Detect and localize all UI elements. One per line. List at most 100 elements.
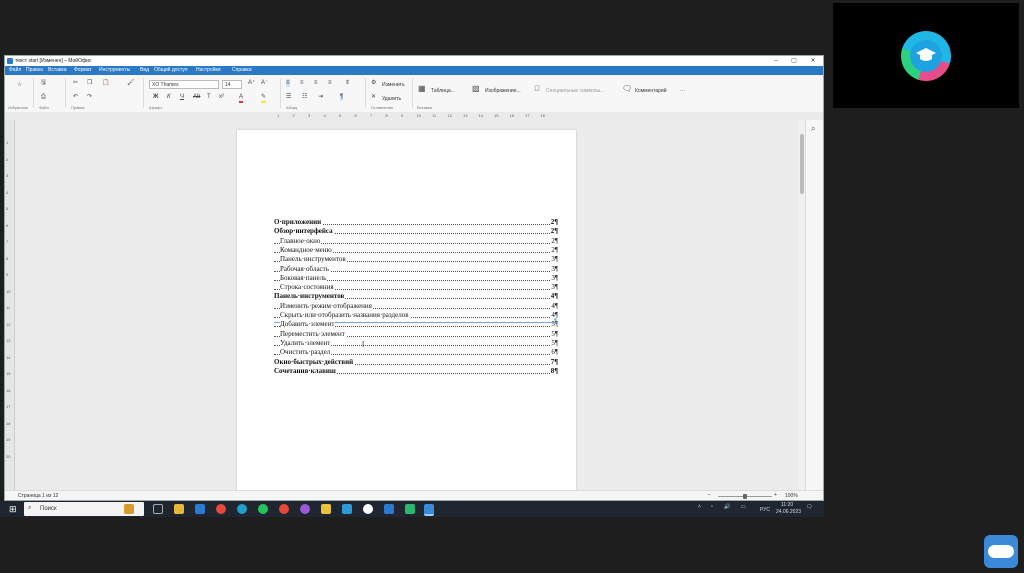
comment-icon[interactable]: 🗨	[622, 85, 632, 93]
browser-icon[interactable]	[237, 504, 247, 514]
undo-icon[interactable]: ↶	[73, 93, 78, 101]
toc-entry[interactable]: Обзор·интерфейса 2¶	[274, 227, 558, 236]
align-right-icon[interactable]: ≡	[314, 79, 318, 87]
comment-button[interactable]: Комментарий	[635, 88, 667, 94]
tray-chevron-icon[interactable]: ˄	[698, 504, 701, 510]
myoffice-text-icon[interactable]	[424, 504, 434, 516]
table-icon[interactable]: ▦	[418, 85, 426, 93]
save-icon[interactable]: 🖫	[41, 79, 46, 87]
toc-entry[interactable]: Рабочая·область 3¶	[274, 264, 558, 274]
maximize-button[interactable]: ▢	[785, 56, 803, 66]
tray-volume-icon[interactable]: 🔊	[724, 504, 730, 510]
menu-sharing[interactable]: Общий доступ	[154, 67, 188, 73]
windows-start-icon[interactable]: ⊞	[9, 504, 17, 515]
file-explorer-icon[interactable]	[174, 504, 184, 514]
menu-file[interactable]: Файл	[9, 67, 21, 73]
align-left-icon[interactable]: ≡	[286, 79, 290, 87]
tray-battery-icon[interactable]: ▭	[741, 504, 746, 510]
menu-edit[interactable]: Правка	[26, 67, 43, 73]
special-chars-button[interactable]: Специальные символы...	[546, 88, 604, 94]
insert-image-button[interactable]: Изображение...	[485, 88, 521, 94]
edit-app-icon[interactable]	[384, 504, 394, 514]
tool-icon[interactable]	[321, 504, 331, 514]
vertical-ruler[interactable]: 1 2 3 4 5 6 7 8 9 10 11 12 13 14 15 16 17 18 19 20	[5, 120, 15, 490]
zoom-out-button[interactable]: –	[708, 492, 711, 498]
tray-language[interactable]: РУС	[760, 507, 770, 513]
special-chars-icon[interactable]: Ω	[534, 85, 540, 93]
toc-entry[interactable]: Боковая·панель 3¶	[274, 273, 558, 283]
document-page[interactable]: О·приложении 2¶ Обзор·интерфейса 2¶ Главное·…	[237, 130, 576, 490]
menu-tools[interactable]: Инструменты	[99, 67, 130, 73]
whatsapp-icon[interactable]	[258, 504, 268, 514]
copy-icon[interactable]: ❐	[87, 79, 92, 87]
menu-settings[interactable]: Настройки	[196, 67, 221, 73]
font-color-icon[interactable]: A	[239, 93, 244, 103]
delete-icon[interactable]: ✕	[371, 93, 376, 101]
line-spacing-icon[interactable]: ⇕	[345, 79, 350, 87]
insert-table-button[interactable]: Таблица...	[431, 88, 455, 94]
zoom-in-button[interactable]: +	[774, 492, 777, 498]
chrome-icon[interactable]	[216, 504, 226, 514]
toc-entry[interactable]: Панель·инструментов 4¶	[274, 292, 558, 301]
font-name-select[interactable]: XO Thames	[149, 80, 219, 89]
mail-icon[interactable]	[195, 504, 205, 514]
briefcase-icon[interactable]	[124, 504, 134, 514]
toc-entry[interactable]: Строка·состояния 3¶	[274, 283, 558, 292]
toc-change-button[interactable]: Изменить	[382, 82, 405, 88]
align-center-icon[interactable]: ≡	[300, 79, 304, 87]
close-button[interactable]: ✕	[804, 56, 822, 66]
clear-format-icon[interactable]: T	[207, 93, 211, 101]
align-justify-icon[interactable]: ≡	[328, 79, 332, 87]
zoom-slider-knob[interactable]	[743, 494, 747, 499]
toc-entry[interactable]: Окно·быстрых·действий 7¶	[274, 357, 558, 367]
more-button[interactable]: ···	[680, 88, 685, 94]
scrollbar-thumb[interactable]	[800, 134, 804, 194]
numbered-list-icon[interactable]: ☷	[302, 93, 307, 101]
spreadsheet-app-icon[interactable]	[405, 504, 415, 514]
document-app-icon[interactable]	[342, 504, 352, 514]
bold-icon[interactable]: Ж	[153, 93, 158, 101]
font-size-select[interactable]: 14	[222, 80, 242, 89]
toc-entry[interactable]: Переместить·элемент 5¶	[274, 329, 558, 339]
superscript-icon[interactable]: x²	[219, 93, 224, 101]
search-icon[interactable]: ⌕	[811, 124, 815, 134]
menu-view[interactable]: Вид	[140, 67, 149, 73]
task-view-icon[interactable]	[153, 504, 163, 514]
zoom-level[interactable]: 100%	[785, 493, 798, 499]
indent-icon[interactable]: ⇥	[318, 93, 323, 101]
menu-format[interactable]: Формат	[74, 67, 92, 73]
italic-icon[interactable]: К	[167, 93, 171, 101]
underline-icon[interactable]: Ч	[180, 93, 184, 101]
strikethrough-icon[interactable]: Ab	[193, 93, 200, 101]
menu-insert[interactable]: Вставка	[48, 67, 67, 73]
notification-icon[interactable]: 🗨	[806, 504, 812, 510]
toc-delete-button[interactable]: Удалить	[382, 96, 401, 102]
favorites-icon[interactable]: ☆	[17, 81, 22, 89]
bullet-list-icon[interactable]: ☰	[286, 93, 291, 101]
cut-icon[interactable]: ✂	[73, 79, 78, 87]
toc-entry[interactable]: Изменить·режим·отображения 4¶	[274, 301, 558, 311]
image-icon[interactable]: ▧	[472, 85, 480, 93]
toc-entry[interactable]: Скрыть·или·отобразить·названия·разделов 4…	[274, 311, 558, 320]
format-painter-icon[interactable]: 🖌	[127, 79, 135, 87]
tray-time[interactable]: 11:20	[781, 502, 793, 508]
toc-entry[interactable]: О·приложении 2¶	[274, 218, 558, 227]
gear-icon[interactable]: ⚙	[371, 79, 376, 87]
font-grow-icon[interactable]: A⁺	[248, 79, 255, 87]
toc-entry[interactable]: Очистить·раздел 6¶	[274, 348, 558, 357]
pilcrow-icon[interactable]: ¶	[340, 93, 344, 101]
minimize-button[interactable]: –	[767, 56, 785, 66]
zoom-slider[interactable]	[718, 494, 772, 499]
toc-entry[interactable]: Удалить·элемент 5¶	[274, 338, 558, 348]
tray-network-icon[interactable]: ◔	[710, 504, 713, 510]
toc-entry[interactable]: Главное·окно 2¶	[274, 236, 558, 246]
tray-date[interactable]: 24.06.2023	[776, 509, 801, 515]
toc-entry[interactable]: Командное·меню 2¶	[274, 245, 558, 255]
font-shrink-icon[interactable]: A⁻	[261, 79, 268, 87]
highlight-icon[interactable]: ✎	[261, 93, 267, 103]
redo-icon[interactable]: ↷	[87, 93, 92, 101]
toc-entry[interactable]: Панель·инструментов 3¶	[274, 255, 558, 264]
paste-icon[interactable]: 📋	[102, 79, 109, 87]
print-icon[interactable]: ⎙	[41, 93, 46, 101]
menu-help[interactable]: Справка	[232, 67, 252, 73]
